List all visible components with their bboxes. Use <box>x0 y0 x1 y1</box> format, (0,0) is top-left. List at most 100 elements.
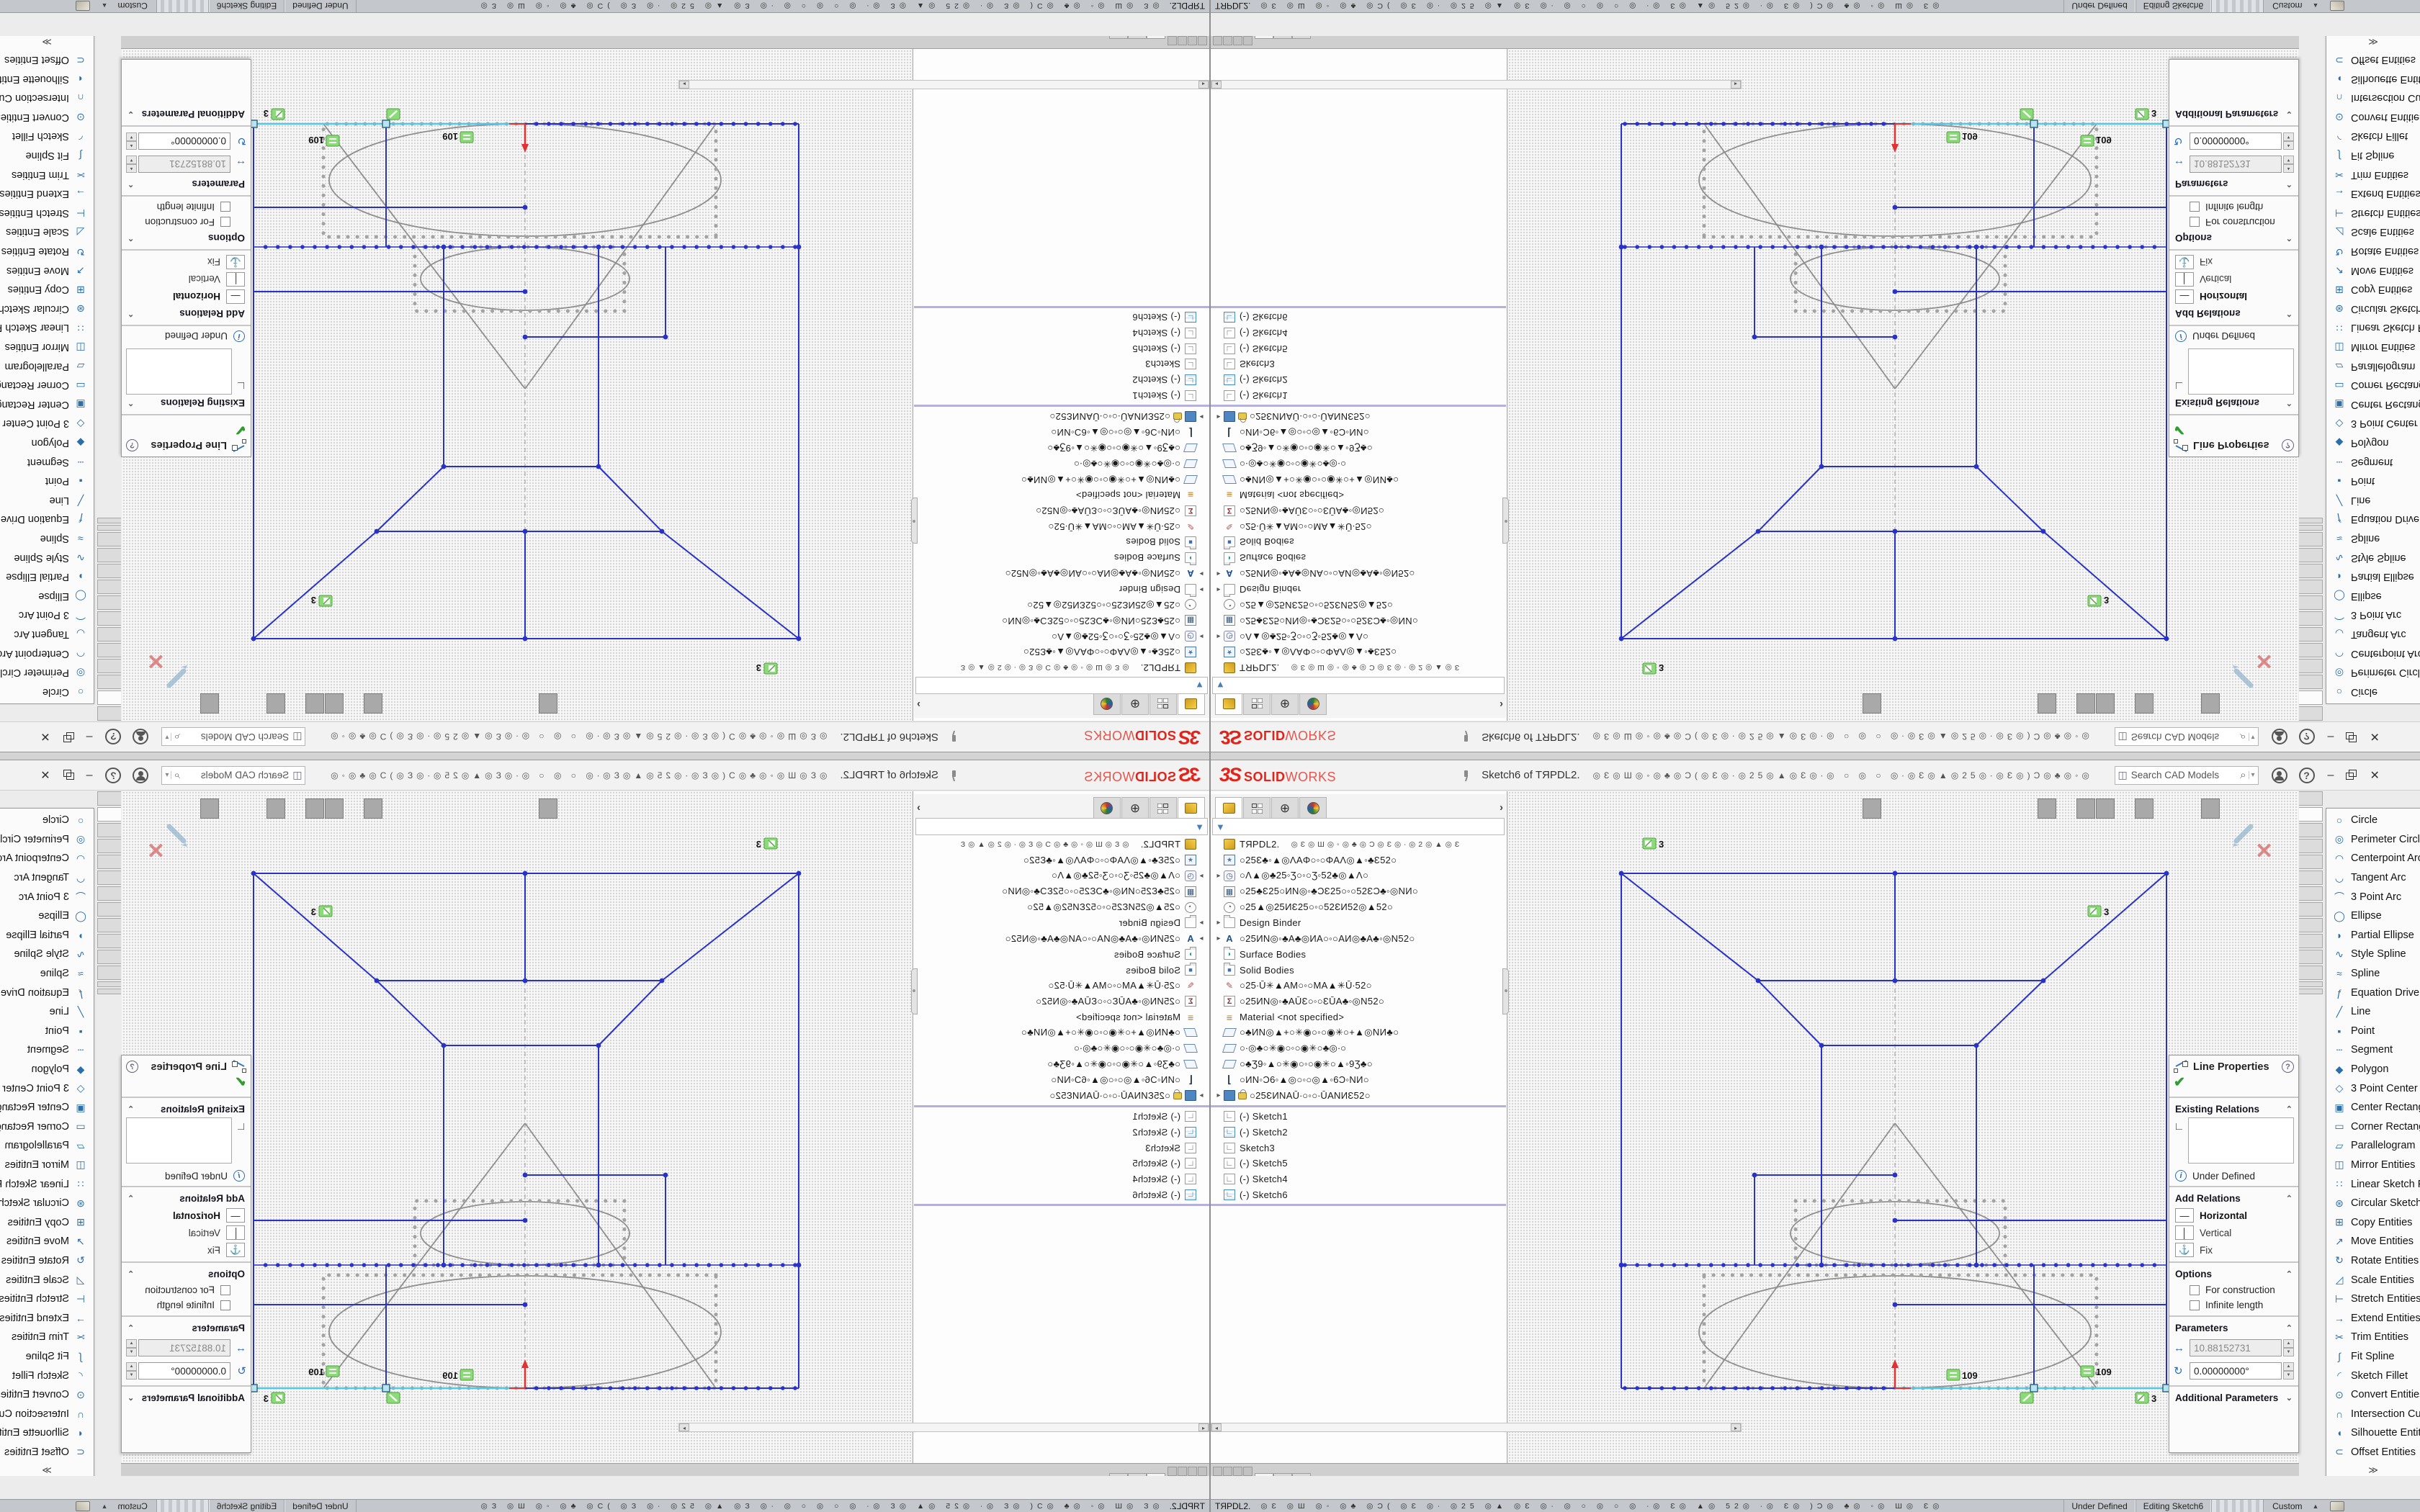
tree-item[interactable]: ○25ИN◎◦♣AŪƐ○◦○ƐŪA♣◦◎N52○ <box>1211 994 1506 1009</box>
expand-arrow-icon[interactable]: ▸ <box>1214 919 1224 927</box>
pin-icon[interactable] <box>1460 770 1471 781</box>
close-button[interactable]: ✕ <box>33 767 57 784</box>
bottom-toolbar-icon[interactable] <box>1276 16 1294 33</box>
bottom-toolbar-icon[interactable] <box>1055 1479 1064 1496</box>
toolbar-icon[interactable] <box>220 693 227 714</box>
tree-item[interactable]: ○∙◎♣○✳◉○◦○◉✳○♣◎∙○ <box>914 1040 1209 1056</box>
toolbar-icon[interactable] <box>2240 798 2259 819</box>
bottom-toolbar-icon[interactable] <box>1296 1479 1314 1496</box>
collapse-icon[interactable]: ⌃ <box>127 309 134 318</box>
command-tab[interactable] <box>97 950 121 964</box>
section-add-relations[interactable]: Add Relations ⌃ <box>122 305 251 322</box>
displaymanager-tab[interactable] <box>1093 797 1121 818</box>
sketch-tool-item[interactable]: ◯ Ellipse <box>2326 586 2420 606</box>
tree-item-sketch[interactable]: (-) Sketch5 <box>1211 1156 1506 1171</box>
status-app-label[interactable]: TЯPDL2. <box>1215 1501 1250 1511</box>
sketch-tool-item[interactable]: ◇ 3 Point Center Recta... <box>2326 1079 2420 1098</box>
tree-item[interactable]: ○♣ИN◎▲+○✳◉○◦○◉✳○+▲◎NИ♣○ <box>914 1025 1209 1041</box>
toolbar-icon[interactable] <box>422 798 441 819</box>
command-tab[interactable] <box>2299 823 2323 837</box>
toolbar-icon[interactable] <box>871 693 890 714</box>
tree-item[interactable]: ○ИN◦Ɔ6◦▲◎○◦○◎▲◦6Ɔ◦NИ○ <box>1211 1072 1506 1088</box>
sketch-tool-item[interactable]: ∿ Style Spline <box>0 548 94 567</box>
tree-item[interactable]: Solid Bodies <box>914 962 1209 978</box>
toolbar-icon[interactable] <box>1763 798 1782 819</box>
tree-item[interactable]: ○25ИN◎◦♣AŪƐ○◦○ƐŪA♣◦◎N52○ <box>1211 503 1506 518</box>
tree-splitter[interactable] <box>1211 1105 1506 1107</box>
spinner[interactable]: ▲▼ <box>2283 1339 2294 1356</box>
account-icon[interactable] <box>133 768 148 783</box>
expand-arrow-icon[interactable]: ▸ <box>1214 413 1224 420</box>
add-relation-row[interactable]: — Horizontal <box>122 1207 251 1224</box>
sketch-tool-item[interactable]: ◜ Sketch Fillet <box>2326 1366 2420 1385</box>
section-add-relations[interactable]: Add Relations ⌃ <box>2169 305 2298 322</box>
toolbar-icon[interactable] <box>2076 693 2095 714</box>
tree-item-sketch[interactable]: (-) Sketch6 <box>914 1187 1209 1203</box>
scroll-left-button[interactable]: ◂ <box>1198 81 1209 89</box>
tree-item[interactable]: ○25Ɛ♣◦▲◎ΛAΦ○◦○ΦAΛ◎▲◦♣Ɛ52○ <box>914 644 1209 660</box>
sketch-tool-item[interactable]: ◡ Tangent Arc <box>2326 868 2420 888</box>
command-tab[interactable] <box>2299 902 2323 917</box>
tree-item[interactable]: ○25♣Ɛ25○ИN◎◦♣ƆƐ25○◦○52ƐƆ♣◦◎NИ○ <box>914 613 1209 629</box>
toolbar-icon[interactable] <box>1863 798 1881 819</box>
parameter-input[interactable]: 10.88152731 <box>2190 1339 2282 1356</box>
tree-item[interactable]: TЯPDL2. ◎Ɛ◎Ш◎◦◎♣◎Ɔ◎Ɛ◎∙◎2◎▲◎Ɛ <box>914 660 1209 675</box>
close-button[interactable]: ✕ <box>33 729 57 746</box>
propertymanager-tab[interactable] <box>1243 797 1270 818</box>
sketch-tool-item[interactable]: ⊛ Circular Sketch Pattern <box>2326 300 2420 319</box>
toolbar-icon[interactable] <box>539 693 557 714</box>
expand-arrow-icon[interactable]: ▸ <box>1214 585 1224 593</box>
parameter-input[interactable]: 10.88152731 <box>2190 156 2282 173</box>
command-tab[interactable] <box>2299 791 2323 806</box>
toolbar-icon[interactable] <box>774 798 793 819</box>
collapse-icon[interactable]: ⌃ <box>2286 233 2293 243</box>
menu-item[interactable] <box>1424 773 1440 778</box>
restore-button[interactable] <box>58 768 79 783</box>
sketch-tool-item[interactable]: ▪ Point <box>0 472 94 491</box>
toolbar-icon[interactable] <box>1549 693 1568 714</box>
sketch-tool-item[interactable]: ▪ Point <box>0 1022 94 1041</box>
restore-button[interactable] <box>2341 730 2362 744</box>
expand-arrow-icon[interactable]: ▸ <box>1196 632 1206 640</box>
relation-button-icon[interactable]: ⚓ <box>226 255 245 269</box>
toolbar-icon[interactable] <box>1783 798 1801 819</box>
toolbar-icon[interactable] <box>1802 798 1821 819</box>
bottom-toolbar-icon[interactable] <box>1336 1479 1355 1496</box>
sketch-tool-item[interactable]: ◎ Perimeter Circle <box>0 663 94 683</box>
add-relation-row[interactable]: ⚓ Fix <box>122 253 251 271</box>
menu-item[interactable] <box>1392 734 1408 740</box>
sketch-tool-item[interactable]: ◇ 3 Point Center Recta... <box>0 414 94 433</box>
add-relation-row[interactable]: │ Vertical <box>2169 1224 2298 1241</box>
command-tab[interactable] <box>97 966 121 980</box>
minimize-button[interactable]: – <box>2321 768 2341 783</box>
tree-filter-input[interactable]: ▼ <box>915 677 1208 694</box>
toolbar-icon[interactable] <box>1940 798 1959 819</box>
toolbar-icon[interactable] <box>2193 798 2200 819</box>
toolbar-icon[interactable] <box>1744 798 1762 819</box>
sketch-tool-item[interactable]: ↻ Rotate Entities <box>0 1251 94 1271</box>
help-icon[interactable]: ? <box>105 729 121 745</box>
search-icon[interactable]: ⌕ <box>174 731 180 743</box>
sketch-tool-item[interactable]: ◯ Ellipse <box>0 906 94 926</box>
toolbar-icon[interactable] <box>519 798 538 819</box>
tag-icon[interactable] <box>76 1 90 12</box>
bottom-toolbar-icon[interactable] <box>1015 1479 1034 1496</box>
toolbar-icon[interactable] <box>658 798 676 819</box>
menu-item[interactable] <box>964 773 980 778</box>
relation-button-icon[interactable]: │ <box>2175 1225 2194 1240</box>
bottom-toolbar-icon[interactable] <box>1356 16 1365 33</box>
section-parameters[interactable]: Parameters ⌃ <box>2169 1320 2298 1336</box>
toolbar-icon[interactable] <box>364 798 382 819</box>
tree-item[interactable]: ○∙◎♣○✳◉○◦○◉✳○♣◎∙○ <box>1211 1040 1506 1056</box>
tree-item[interactable]: ▸ Design Binder <box>914 581 1209 597</box>
sketch-tool-item[interactable]: ⊢ Stretch Entities <box>2326 204 2420 223</box>
parameter-input[interactable]: 0.00000000° <box>138 1362 230 1380</box>
section-add-relations[interactable]: Add Relations ⌃ <box>122 1190 251 1207</box>
flyout-more-chevron[interactable]: ≫ <box>0 36 94 48</box>
toolbar-icon[interactable] <box>1569 693 1587 714</box>
bottom-toolbar-icon[interactable] <box>1255 1479 1274 1496</box>
search-box[interactable]: ◫ Search CAD Models ⌕ ▾ <box>161 728 305 747</box>
sketch-tool-item[interactable]: ┄ Segment <box>0 1040 94 1060</box>
checkbox[interactable] <box>2190 217 2200 228</box>
command-tab[interactable] <box>97 706 121 721</box>
